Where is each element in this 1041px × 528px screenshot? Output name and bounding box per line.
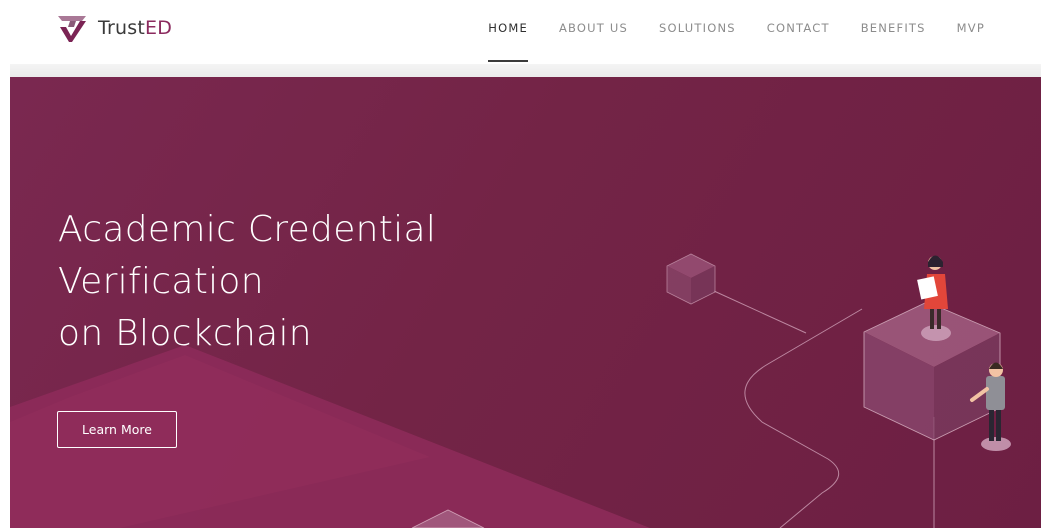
- nav-benefits[interactable]: BENEFITS: [861, 0, 926, 56]
- hero-section: Academic Credential Verification on Bloc…: [10, 77, 1041, 528]
- site-header: TrustED HOME ABOUT US SOLUTIONS CONTACT …: [0, 0, 1041, 64]
- nav-about-us[interactable]: ABOUT US: [559, 0, 628, 56]
- small-cube-icon: [666, 253, 716, 305]
- hero-headline-line1: Academic Credential: [58, 209, 437, 250]
- hero-headline-line3: on Blockchain: [58, 313, 312, 354]
- nav-mvp[interactable]: MVP: [957, 0, 985, 56]
- brand-logo[interactable]: TrustED: [56, 12, 172, 44]
- trusted-logo-icon: [58, 16, 86, 42]
- brand-name: TrustED: [98, 17, 172, 39]
- brand-name-accent: ED: [145, 17, 173, 39]
- nav-solutions[interactable]: SOLUTIONS: [659, 0, 736, 56]
- hero-headline: Academic Credential Verification on Bloc…: [58, 204, 578, 360]
- hero-headline-line2: Verification: [58, 261, 264, 302]
- brand-name-main: Trust: [98, 17, 146, 39]
- nav-contact[interactable]: CONTACT: [767, 0, 830, 56]
- nav-home[interactable]: HOME: [488, 0, 528, 62]
- main-nav: HOME ABOUT US SOLUTIONS CONTACT BENEFITS…: [457, 0, 985, 64]
- learn-more-button[interactable]: Learn More: [57, 411, 177, 448]
- header-shadow: [10, 64, 1041, 78]
